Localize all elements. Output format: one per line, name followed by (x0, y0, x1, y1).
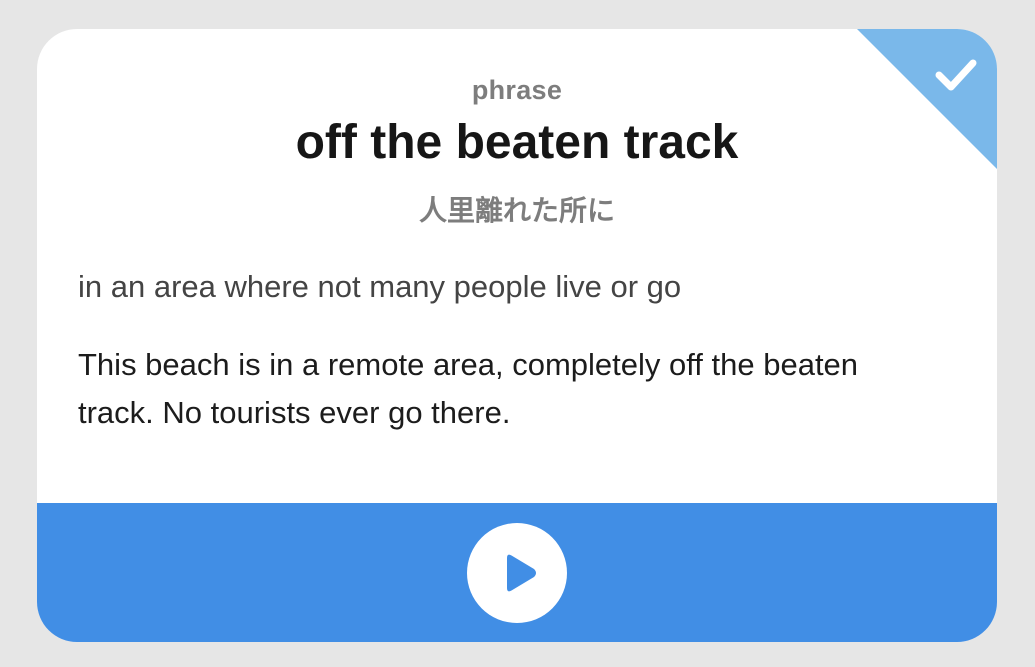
flashcard: phrase off the beaten track 人里離れた所に in a… (37, 29, 997, 642)
play-audio-button[interactable] (467, 523, 567, 623)
headword: off the beaten track (295, 116, 739, 169)
example-sentence: This beach is in a remote area, complete… (78, 347, 859, 430)
audio-bar (37, 503, 997, 642)
play-icon (507, 554, 536, 592)
japanese-translation: 人里離れた所に (418, 194, 615, 227)
part-of-speech-label: phrase (471, 75, 563, 105)
definition-text: in an area where not many people live or… (78, 269, 682, 304)
